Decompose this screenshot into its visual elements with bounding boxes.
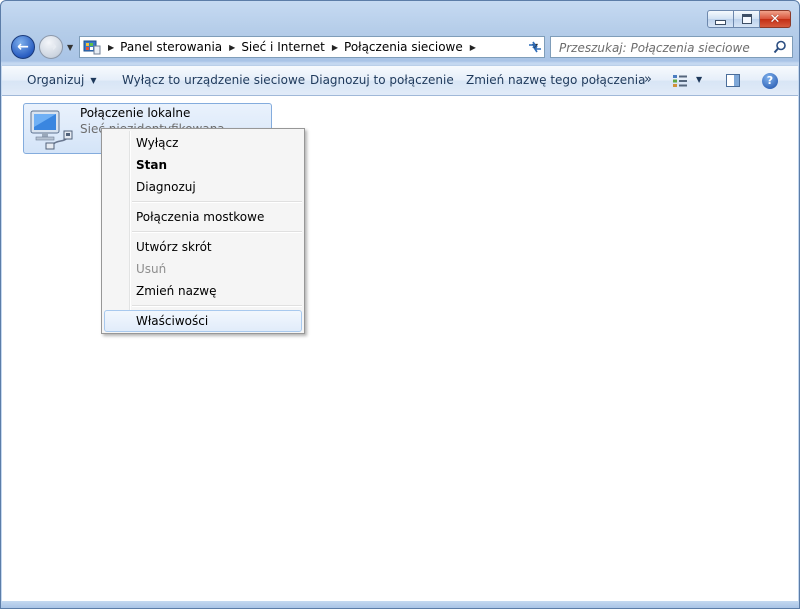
context-menu-item-rename[interactable]: Zmień nazwę xyxy=(104,280,302,302)
minimize-icon xyxy=(715,19,726,25)
view-dropdown-icon[interactable]: ▼ xyxy=(696,75,702,84)
control-panel-icon xyxy=(83,40,101,55)
context-menu-separator xyxy=(132,201,302,203)
breadcrumb-root-chevron-icon[interactable]: ▶ xyxy=(108,43,114,52)
forward-arrow-icon: → xyxy=(45,39,57,55)
search-box xyxy=(550,36,793,58)
breadcrumb: Panel sterowania ▶ Sieć i Internet ▶ Poł… xyxy=(120,40,482,54)
history-dropdown-icon[interactable]: ▼ xyxy=(67,43,73,52)
context-menu-item-bridge[interactable]: Połączenia mostkowe xyxy=(104,206,302,228)
breadcrumb-item-network-connections[interactable]: Połączenia sieciowe xyxy=(344,40,463,54)
context-menu-item-delete: Usuń xyxy=(136,262,167,276)
rename-button[interactable]: Zmień nazwę tego połączenia xyxy=(466,73,645,87)
breadcrumb-chevron-icon[interactable]: ▶ xyxy=(229,43,235,52)
command-bar: Organizuj Wyłącz to urządzenie sieciowe … xyxy=(2,65,798,96)
organize-button[interactable]: Organizuj xyxy=(27,73,96,87)
context-menu-item-properties[interactable]: Właściwości xyxy=(104,310,302,332)
breadcrumb-chevron-icon[interactable]: ▶ xyxy=(470,43,476,52)
more-commands-button[interactable]: » xyxy=(644,72,652,87)
help-icon[interactable]: ? xyxy=(762,73,778,89)
context-menu-separator xyxy=(132,231,302,233)
breadcrumb-item-network-internet[interactable]: Sieć i Internet xyxy=(241,40,325,54)
context-menu-item-status[interactable]: Stan xyxy=(104,154,302,176)
back-arrow-icon: ← xyxy=(17,39,29,55)
navigation-bar: ← → ▼ ▶ Panel sterowania ▶ Sieć i Intern… xyxy=(9,34,793,60)
refresh-icon xyxy=(529,41,541,53)
network-connection-icon xyxy=(30,110,73,150)
context-menu-item-create-shortcut[interactable]: Utwórz skrót xyxy=(104,236,302,258)
context-menu-item-diagnose[interactable]: Diagnozuj xyxy=(104,176,302,198)
disable-device-button[interactable]: Wyłącz to urządzenie sieciowe xyxy=(122,73,305,87)
context-menu: Wyłącz Stan Diagnozuj Połączenia mostkow… xyxy=(101,128,305,334)
caption-buttons: ✕ xyxy=(707,10,791,28)
window-bottom-border xyxy=(1,601,799,608)
search-input[interactable] xyxy=(557,38,761,58)
change-view-icon[interactable] xyxy=(672,74,688,88)
minimize-button[interactable] xyxy=(707,10,734,28)
context-menu-item-disable[interactable]: Wyłącz xyxy=(104,132,302,154)
breadcrumb-item-control-panel[interactable]: Panel sterowania xyxy=(120,40,222,54)
search-icon[interactable] xyxy=(773,40,787,54)
address-bar[interactable]: ▶ Panel sterowania ▶ Sieć i Internet ▶ P… xyxy=(79,36,545,58)
close-button[interactable]: ✕ xyxy=(760,10,791,28)
forward-button[interactable]: → xyxy=(39,35,63,59)
maximize-icon xyxy=(741,14,752,24)
preview-pane-icon[interactable] xyxy=(726,74,740,87)
breadcrumb-chevron-icon[interactable]: ▶ xyxy=(332,43,338,52)
diagnose-button[interactable]: Diagnozuj to połączenie xyxy=(310,73,454,87)
connection-name: Połączenie lokalne xyxy=(80,106,191,120)
maximize-button[interactable] xyxy=(734,10,760,28)
refresh-button[interactable] xyxy=(523,36,547,58)
context-menu-separator xyxy=(132,305,302,307)
back-button[interactable]: ← xyxy=(11,35,35,59)
close-icon: ✕ xyxy=(769,11,781,27)
